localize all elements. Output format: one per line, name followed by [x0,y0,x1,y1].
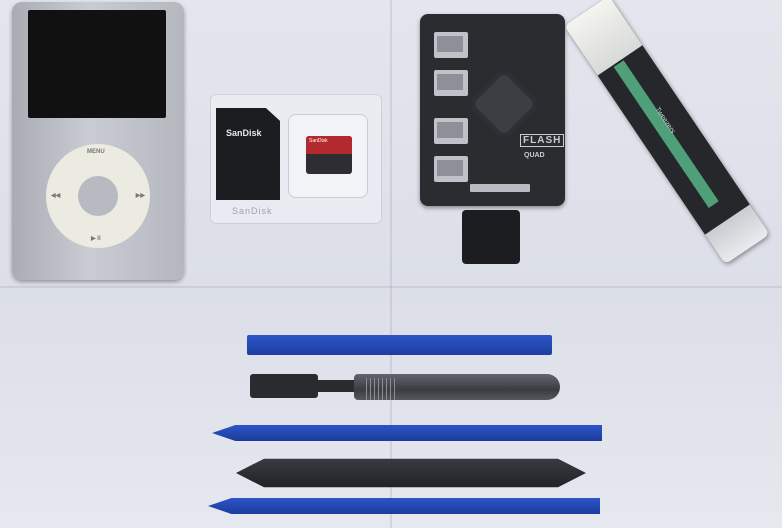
sd-adapter-brand: SanDisk [226,128,262,138]
paper-fold-horizontal [0,286,782,288]
tweezers: Tweezers [564,0,770,265]
spudger-blade [354,374,560,400]
micro-sd-card: SanDisk [306,136,352,174]
tweezers-end [705,204,770,265]
metal-spudger [250,372,560,402]
board-label: FLASH [520,134,565,147]
ipod-screen [28,10,166,118]
paper-fold-vertical [390,0,392,528]
wheel-prev-icon: ◀◀ [51,193,61,199]
wheel-center-button [78,176,118,216]
spudger-handle [250,374,318,398]
spudger-neck [316,380,356,392]
iflash-quad-board: FLASH QUAD [420,14,565,206]
board-sublabel: QUAD [524,152,545,159]
wheel-play-pause-icon: ▶ II [91,236,101,242]
wheel-next-icon: ▶▶ [135,193,145,199]
wheel-menu-label: MENU [87,149,105,155]
blue-pry-bar [247,335,552,355]
black-nylon-spudger [236,458,586,488]
sd-adapter: SanDisk [216,108,280,200]
black-pad [462,210,520,264]
ipod-click-wheel: MENU ◀◀ ▶▶ ▶ II [46,144,150,248]
sd-slot [434,118,468,144]
photo-scene: MENU ◀◀ ▶▶ ▶ II SanDisk SanDisk SanDisk … [0,0,782,528]
sd-slot [434,32,468,58]
blue-opening-pick [208,498,600,514]
blister-embossed-text: SanDisk [232,206,273,216]
micro-sd-brand: SanDisk [306,136,352,154]
sd-slot [434,156,468,182]
board-connector [470,184,530,192]
tweezers-stripe [613,60,719,208]
ipod-classic: MENU ◀◀ ▶▶ ▶ II [12,2,184,280]
board-chip [467,67,541,141]
blue-opening-pick [212,425,602,441]
tweezers-tip [564,0,643,76]
sd-slot [434,70,468,96]
